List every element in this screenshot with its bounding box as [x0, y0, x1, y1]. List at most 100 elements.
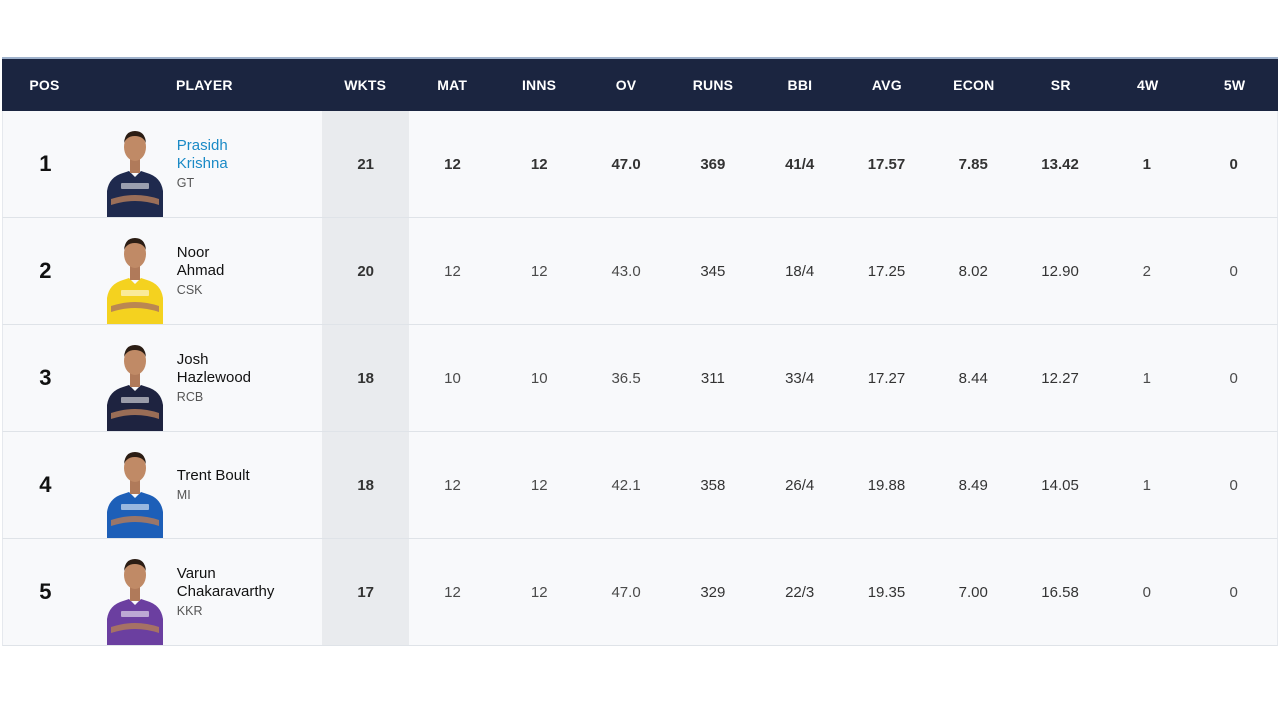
table-row[interactable]: 4 Trent Boult MI 18 12 12 42.1 358 26/4 …	[2, 432, 1278, 539]
wickets: 18	[322, 432, 410, 538]
wickets: 17	[322, 539, 410, 645]
four-wickets: 2	[1142, 262, 1152, 280]
player-name[interactable]: Varun Chakaravarthy	[177, 565, 275, 601]
table-row[interactable]: 3 Josh Hazlewood RCB 18 10 10 36.5 311 3…	[2, 325, 1278, 432]
strike-rate: 16.58	[1041, 583, 1079, 601]
strike-rate: 12.27	[1041, 369, 1079, 387]
col-header-sr[interactable]: SR	[1017, 59, 1104, 111]
col-header-pos[interactable]: POS	[2, 59, 87, 111]
player-info: Noor Ahmad CSK	[177, 244, 225, 299]
col-header-mat[interactable]: MAT	[409, 59, 496, 111]
leaderboard-table: POS PLAYER WKTS MAT INNS OV RUNS BBI AVG…	[2, 57, 1278, 646]
player-name[interactable]: Josh Hazlewood	[177, 351, 251, 387]
four-wickets: 1	[1142, 369, 1152, 387]
player-cell[interactable]: Varun Chakaravarthy KKR	[88, 539, 322, 645]
average: 17.25	[867, 262, 906, 280]
runs: 329	[700, 583, 726, 601]
economy: 7.85	[958, 155, 988, 173]
five-wickets: 0	[1229, 369, 1238, 387]
innings: 12	[530, 262, 548, 280]
four-wickets: 1	[1142, 476, 1152, 494]
player-avatar	[103, 446, 167, 538]
player-name[interactable]: Prasidh Krishna	[177, 137, 228, 173]
position: 3	[39, 365, 52, 390]
table-body: 1 Prasidh Krishna GT 21 12 12 47.0 369 4…	[2, 111, 1278, 646]
position: 4	[39, 472, 52, 497]
best-bowling: 41/4	[785, 155, 815, 173]
average: 19.88	[867, 476, 906, 494]
col-header-runs[interactable]: RUNS	[670, 59, 757, 111]
matches: 12	[444, 155, 461, 173]
col-header-4w[interactable]: 4W	[1104, 59, 1191, 111]
player-name[interactable]: Noor Ahmad	[177, 244, 225, 280]
innings: 10	[530, 369, 548, 387]
player-name[interactable]: Trent Boult	[177, 467, 250, 485]
player-team: MI	[176, 487, 191, 502]
player-photo	[106, 238, 163, 324]
overs: 47.0	[611, 583, 641, 601]
player-cell[interactable]: Noor Ahmad CSK	[88, 218, 322, 324]
col-header-econ[interactable]: ECON	[930, 59, 1017, 111]
table-header: POS PLAYER WKTS MAT INNS OV RUNS BBI AVG…	[2, 59, 1278, 111]
player-avatar	[103, 125, 167, 217]
player-info: Varun Chakaravarthy KKR	[177, 565, 275, 620]
best-bowling: 18/4	[785, 262, 815, 280]
table-row[interactable]: 5 Varun Chakaravarthy KKR 17 12 12 47.0 …	[2, 539, 1278, 646]
player-photo	[106, 131, 163, 217]
five-wickets: 0	[1229, 262, 1238, 280]
player-team: GT	[176, 175, 195, 190]
player-cell[interactable]: Trent Boult MI	[88, 432, 322, 538]
col-header-avg[interactable]: AVG	[843, 59, 930, 111]
strike-rate: 12.90	[1041, 262, 1079, 280]
player-info: Josh Hazlewood RCB	[177, 351, 251, 406]
player-avatar	[103, 339, 167, 431]
col-header-ov[interactable]: OV	[583, 59, 670, 111]
overs: 47.0	[611, 155, 641, 173]
page: POS PLAYER WKTS MAT INNS OV RUNS BBI AVG…	[0, 0, 1280, 720]
player-team: KKR	[176, 603, 203, 618]
best-bowling: 33/4	[785, 369, 815, 387]
matches: 12	[444, 476, 461, 494]
wickets: 18	[322, 325, 410, 431]
runs: 311	[700, 369, 725, 387]
runs: 358	[700, 476, 726, 494]
five-wickets: 0	[1229, 155, 1238, 173]
matches: 12	[444, 262, 461, 280]
player-team: CSK	[176, 282, 203, 297]
economy: 8.02	[958, 262, 988, 280]
economy: 8.44	[958, 369, 988, 387]
player-cell[interactable]: Josh Hazlewood RCB	[88, 325, 322, 431]
col-header-wkts[interactable]: WKTS	[322, 59, 409, 111]
player-photo	[106, 452, 163, 538]
economy: 8.49	[958, 476, 988, 494]
position: 5	[39, 579, 52, 604]
table-row[interactable]: 1 Prasidh Krishna GT 21 12 12 47.0 369 4…	[2, 111, 1278, 218]
best-bowling: 26/4	[785, 476, 815, 494]
four-wickets: 0	[1142, 583, 1152, 601]
col-header-bbi[interactable]: BBI	[756, 59, 843, 111]
innings: 12	[530, 476, 548, 494]
col-header-player[interactable]: PLAYER	[87, 59, 322, 111]
wickets: 20	[322, 218, 410, 324]
runs: 369	[700, 155, 726, 173]
matches: 10	[444, 369, 461, 387]
strike-rate: 13.42	[1041, 155, 1079, 173]
player-cell[interactable]: Prasidh Krishna GT	[88, 111, 322, 217]
player-photo	[106, 345, 163, 431]
player-avatar	[103, 553, 167, 645]
position: 2	[39, 258, 52, 283]
player-info: Trent Boult MI	[177, 467, 250, 504]
position: 1	[39, 151, 52, 176]
table-row[interactable]: 2 Noor Ahmad CSK 20 12 12 43.0 345 18/4 …	[2, 218, 1278, 325]
wickets: 21	[322, 111, 410, 217]
player-photo	[106, 559, 163, 645]
four-wickets: 1	[1142, 155, 1152, 173]
col-header-5w[interactable]: 5W	[1191, 59, 1278, 111]
col-header-inns[interactable]: INNS	[496, 59, 583, 111]
overs: 42.1	[611, 476, 641, 494]
average: 17.57	[867, 155, 906, 173]
overs: 43.0	[611, 262, 641, 280]
economy: 7.00	[958, 583, 988, 601]
matches: 12	[444, 583, 461, 601]
innings: 12	[530, 583, 548, 601]
